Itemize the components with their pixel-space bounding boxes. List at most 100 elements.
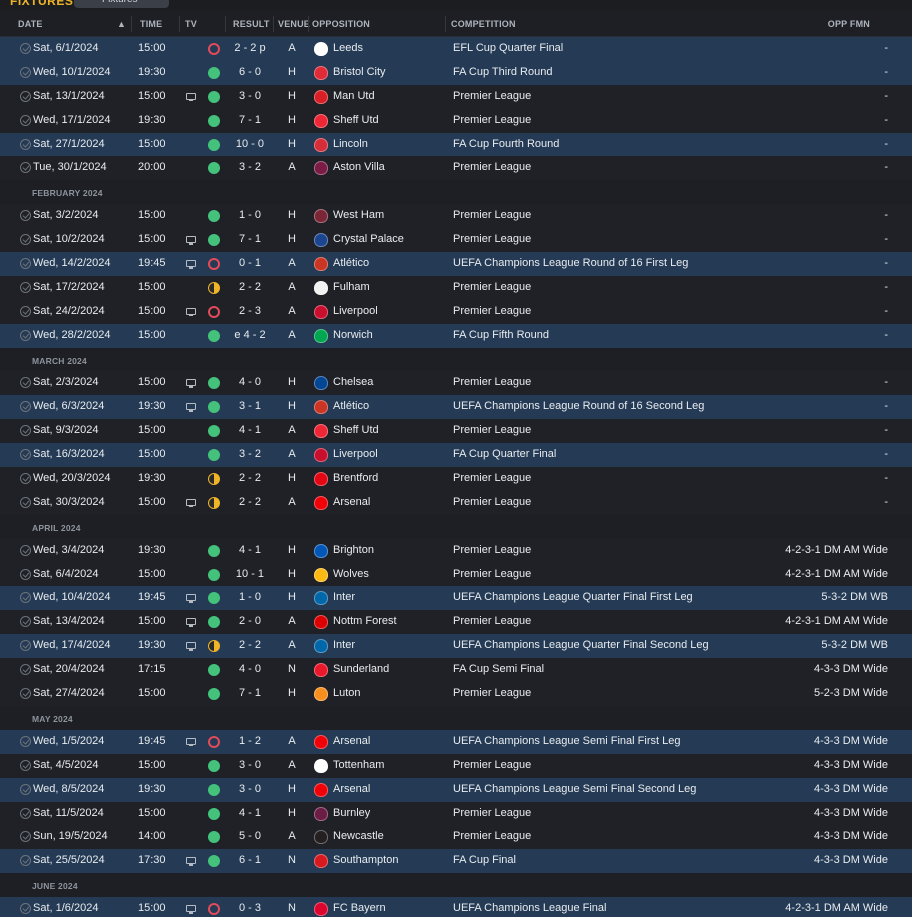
fixture-row[interactable]: Wed, 10/1/2024 19:30 6 - 0 H Bristol City FA … bbox=[0, 60, 912, 85]
fixture-competition[interactable]: Premier League bbox=[453, 682, 531, 706]
club-crest-icon[interactable] bbox=[314, 209, 328, 224]
fixture-result[interactable]: 1 - 2 bbox=[220, 730, 280, 754]
fixture-opposition[interactable]: Aston Villa bbox=[333, 156, 385, 180]
fixture-competition[interactable]: UEFA Champions League Quarter Final Seco… bbox=[453, 634, 709, 658]
fixture-opposition[interactable]: Arsenal bbox=[333, 730, 370, 754]
col-result[interactable]: RESULT bbox=[233, 19, 270, 29]
fixture-opposition[interactable]: Lincoln bbox=[333, 133, 368, 157]
fixture-competition[interactable]: FA Cup Fifth Round bbox=[453, 324, 549, 348]
club-crest-icon[interactable] bbox=[314, 65, 328, 80]
fixture-row[interactable]: Sat, 3/2/2024 15:00 1 - 0 H West Ham Premier … bbox=[0, 204, 912, 229]
fixture-competition[interactable]: Premier League bbox=[453, 491, 531, 515]
fixture-result[interactable]: 3 - 2 bbox=[220, 156, 280, 180]
fixture-row[interactable]: Wed, 1/5/2024 19:45 1 - 2 A Arsenal UEFA Cham… bbox=[0, 729, 912, 754]
col-opp-formation[interactable]: OPP FMN bbox=[828, 19, 870, 29]
fixture-row[interactable]: Sat, 6/1/2024 15:00 2 - 2 p A Leeds EFL Cup Q… bbox=[0, 37, 912, 61]
fixture-opposition[interactable]: Brentford bbox=[333, 467, 378, 491]
fixture-opposition[interactable]: Nottm Forest bbox=[333, 610, 397, 634]
fixture-competition[interactable]: Premier League bbox=[453, 419, 531, 443]
fixture-result[interactable]: 3 - 1 bbox=[220, 395, 280, 419]
fixture-competition[interactable]: Premier League bbox=[453, 539, 531, 563]
club-crest-icon[interactable] bbox=[314, 663, 328, 678]
club-crest-icon[interactable] bbox=[314, 567, 328, 582]
fixture-result[interactable]: 2 - 0 bbox=[220, 610, 280, 634]
fixture-competition[interactable]: Premier League bbox=[453, 228, 531, 252]
fixture-opposition[interactable]: Fulham bbox=[333, 276, 370, 300]
club-crest-icon[interactable] bbox=[314, 782, 328, 797]
fixture-competition[interactable]: UEFA Champions League Semi Final First L… bbox=[453, 730, 680, 754]
fixture-competition[interactable]: Premier League bbox=[453, 109, 531, 133]
fixture-result[interactable]: 3 - 2 bbox=[220, 443, 280, 467]
fixture-competition[interactable]: FA Cup Final bbox=[453, 849, 516, 873]
club-crest-icon[interactable] bbox=[314, 376, 328, 391]
fixture-row[interactable]: Wed, 28/2/2024 15:00 e 4 - 2 A Norwich FA Cup… bbox=[0, 323, 912, 348]
fixture-opposition[interactable]: Chelsea bbox=[333, 371, 373, 395]
fixture-opposition[interactable]: Leeds bbox=[333, 37, 363, 61]
fixture-row[interactable]: Wed, 3/4/2024 19:30 4 - 1 H Brighton Premier … bbox=[0, 538, 912, 563]
fixture-result[interactable]: 1 - 0 bbox=[220, 204, 280, 228]
fixture-opposition[interactable]: Inter bbox=[333, 586, 355, 610]
fixture-competition[interactable]: Premier League bbox=[453, 825, 531, 849]
fixture-result[interactable]: 4 - 1 bbox=[220, 419, 280, 443]
club-crest-icon[interactable] bbox=[314, 734, 328, 749]
fixture-row[interactable]: Wed, 14/2/2024 19:45 0 - 1 A Atlético UEFA Ch… bbox=[0, 252, 912, 276]
fixture-result[interactable]: 10 - 1 bbox=[220, 563, 280, 587]
fixture-opposition[interactable]: Atlético bbox=[333, 395, 369, 419]
fixture-opposition[interactable]: Newcastle bbox=[333, 825, 384, 849]
fixture-result[interactable]: 2 - 2 bbox=[220, 276, 280, 300]
fixture-opposition[interactable]: Arsenal bbox=[333, 491, 370, 515]
club-crest-icon[interactable] bbox=[314, 257, 328, 272]
club-crest-icon[interactable] bbox=[314, 854, 328, 869]
club-crest-icon[interactable] bbox=[314, 495, 328, 510]
fixture-row[interactable]: Sat, 10/2/2024 15:00 7 - 1 H Crystal Palace P… bbox=[0, 228, 912, 253]
fixture-competition[interactable]: Premier League bbox=[453, 371, 531, 395]
fixture-result[interactable]: e 4 - 2 bbox=[220, 324, 280, 348]
club-crest-icon[interactable] bbox=[314, 806, 328, 821]
col-time[interactable]: TIME bbox=[140, 19, 162, 29]
fixture-result[interactable]: 4 - 0 bbox=[220, 371, 280, 395]
col-tv[interactable]: TV bbox=[185, 19, 197, 29]
fixture-competition[interactable]: UEFA Champions League Final bbox=[453, 897, 606, 917]
fixture-row[interactable]: Sat, 11/5/2024 15:00 4 - 1 H Burnley Premier … bbox=[0, 801, 912, 826]
fixture-competition[interactable]: Premier League bbox=[453, 204, 531, 228]
fixture-result[interactable]: 2 - 3 bbox=[220, 300, 280, 324]
fixture-row[interactable]: Sat, 25/5/2024 17:30 6 - 1 N Southampton FA C… bbox=[0, 849, 912, 874]
club-crest-icon[interactable] bbox=[314, 161, 328, 176]
club-crest-icon[interactable] bbox=[314, 113, 328, 128]
fixture-result[interactable]: 4 - 1 bbox=[220, 802, 280, 826]
fixture-row[interactable]: Sat, 27/1/2024 15:00 10 - 0 H Lincoln FA Cup … bbox=[0, 132, 912, 157]
fixture-row[interactable]: Sat, 20/4/2024 17:15 4 - 0 N Sunderland FA Cu… bbox=[0, 658, 912, 683]
fixture-competition[interactable]: FA Cup Semi Final bbox=[453, 658, 544, 682]
fixture-opposition[interactable]: FC Bayern bbox=[333, 897, 386, 917]
fixture-result[interactable]: 10 - 0 bbox=[220, 133, 280, 157]
club-crest-icon[interactable] bbox=[314, 233, 328, 248]
fixture-row[interactable]: Sat, 1/6/2024 15:00 0 - 3 N FC Bayern UEFA Ch… bbox=[0, 897, 912, 917]
fixture-result[interactable]: 4 - 1 bbox=[220, 539, 280, 563]
fixture-result[interactable]: 2 - 2 bbox=[220, 634, 280, 658]
col-venue[interactable]: VENUE bbox=[278, 19, 310, 29]
fixture-competition[interactable]: EFL Cup Quarter Final bbox=[453, 37, 563, 61]
fixture-result[interactable]: 2 - 2 bbox=[220, 491, 280, 515]
fixture-row[interactable]: Wed, 17/4/2024 19:30 2 - 2 A Inter UEFA Champ… bbox=[0, 634, 912, 659]
club-crest-icon[interactable] bbox=[314, 328, 328, 343]
fixture-row[interactable]: Sat, 4/5/2024 15:00 3 - 0 A Tottenham Premier… bbox=[0, 753, 912, 778]
fixture-competition[interactable]: UEFA Champions League Round of 16 Second… bbox=[453, 395, 704, 419]
fixture-result[interactable]: 6 - 1 bbox=[220, 849, 280, 873]
club-crest-icon[interactable] bbox=[314, 687, 328, 702]
fixture-opposition[interactable]: Norwich bbox=[333, 324, 373, 348]
club-crest-icon[interactable] bbox=[314, 591, 328, 606]
fixture-competition[interactable]: FA Cup Third Round bbox=[453, 61, 552, 85]
fixture-competition[interactable]: UEFA Champions League Semi Final Second … bbox=[453, 778, 696, 802]
fixture-competition[interactable]: UEFA Champions League Quarter Final Firs… bbox=[453, 586, 693, 610]
fixture-opposition[interactable]: Inter bbox=[333, 634, 355, 658]
fixture-competition[interactable]: Premier League bbox=[453, 467, 531, 491]
club-crest-icon[interactable] bbox=[314, 448, 328, 463]
fixture-row[interactable]: Sat, 6/4/2024 15:00 10 - 1 H Wolves Premier L… bbox=[0, 562, 912, 587]
fixture-result[interactable]: 7 - 1 bbox=[220, 228, 280, 252]
club-crest-icon[interactable] bbox=[314, 89, 328, 104]
fixture-row[interactable]: Sat, 13/4/2024 15:00 2 - 0 A Nottm Forest Pre… bbox=[0, 610, 912, 635]
fixture-result[interactable]: 3 - 0 bbox=[220, 754, 280, 778]
fixture-row[interactable]: Sat, 24/2/2024 15:00 2 - 3 A Liverpool Premie… bbox=[0, 299, 912, 324]
fixture-opposition[interactable]: Arsenal bbox=[333, 778, 370, 802]
fixture-competition[interactable]: Premier League bbox=[453, 754, 531, 778]
